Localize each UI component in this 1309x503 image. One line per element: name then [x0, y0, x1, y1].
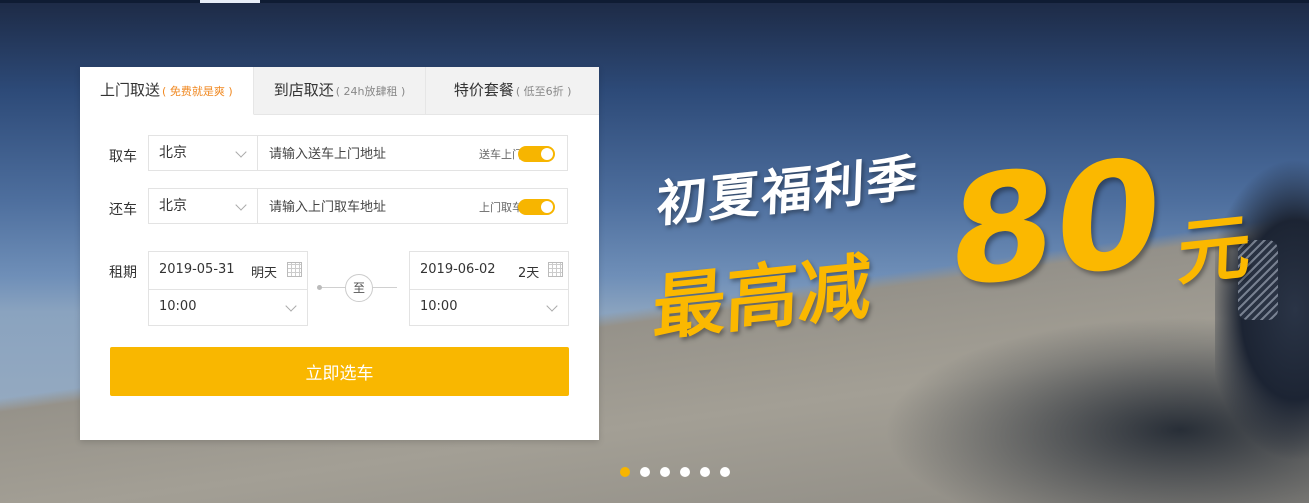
date-range-to-label: 至: [345, 274, 373, 302]
carousel-dot[interactable]: [680, 467, 690, 477]
return-city-value: 北京: [159, 198, 187, 214]
toggle-knob: [541, 148, 553, 160]
start-time-value: 10:00: [159, 299, 197, 314]
promo-headline: 初夏福利季: [655, 148, 921, 234]
calendar-icon: [548, 262, 563, 277]
chevron-down-icon: [235, 199, 247, 211]
top-nav-active-indicator: [200, 0, 260, 3]
promo-discount-text: 最高减: [651, 244, 873, 351]
tab-label: 特价套餐: [453, 81, 514, 99]
tab-special-package[interactable]: 特价套餐( 低至6折 ): [426, 67, 599, 114]
end-datetime-box: 2019-06-02 2天 10:00: [409, 251, 569, 326]
pickup-address-input[interactable]: [258, 136, 461, 172]
tab-label: 到店取还: [273, 81, 334, 99]
end-date-value: 2019-06-02: [420, 262, 496, 277]
pickup-label: 取车: [109, 149, 137, 165]
end-date-picker[interactable]: 2019-06-02 2天: [410, 252, 568, 290]
start-day-label: 明天: [251, 266, 278, 281]
pickup-address-box: 送车上门: [257, 135, 568, 172]
toggle-knob: [541, 201, 553, 213]
service-tabs: 上门取送( 免费就是爽 ) 到店取还( 24h放肆租 ) 特价套餐( 低至6折 …: [80, 67, 599, 115]
tab-sublabel: ( 低至6折 ): [515, 85, 572, 98]
choose-car-button[interactable]: 立即选车: [110, 347, 569, 396]
carousel-dot[interactable]: [720, 467, 730, 477]
tab-sublabel: ( 24h放肆租 ): [335, 85, 406, 98]
chevron-down-icon: [235, 146, 247, 158]
booking-panel: 上门取送( 免费就是爽 ) 到店取还( 24h放肆租 ) 特价套餐( 低至6折 …: [80, 67, 599, 440]
rental-duration: 2天: [518, 266, 540, 281]
pickup-toggle-label: 送车上门: [479, 148, 523, 161]
start-datetime-box: 2019-05-31 明天 10:00: [148, 251, 308, 326]
tab-sublabel: ( 免费就是爽 ): [162, 85, 233, 98]
delivery-toggle[interactable]: [518, 146, 555, 162]
carousel-dot[interactable]: [700, 467, 710, 477]
end-time-value: 10:00: [420, 299, 458, 314]
chevron-down-icon: [546, 300, 558, 312]
calendar-icon: [287, 262, 302, 277]
carousel-dot[interactable]: [660, 467, 670, 477]
carousel-indicator: [620, 467, 740, 477]
promo-unit: 元: [1176, 204, 1253, 296]
start-date-picker[interactable]: 2019-05-31 明天: [149, 252, 307, 290]
return-address-box: 上门取车: [257, 188, 568, 225]
return-label: 还车: [109, 202, 137, 218]
start-time-select[interactable]: 10:00: [149, 290, 307, 325]
end-time-select[interactable]: 10:00: [410, 290, 568, 325]
return-toggle-label: 上门取车: [479, 201, 523, 214]
chevron-down-icon: [285, 300, 297, 312]
return-address-input[interactable]: [258, 189, 461, 225]
promo-amount: 80: [943, 126, 1168, 322]
return-city-select[interactable]: 北京: [148, 188, 258, 224]
pickup-city-value: 北京: [159, 145, 187, 161]
connector-dot: [317, 285, 322, 290]
carousel-dot[interactable]: [640, 467, 650, 477]
tab-door-to-door[interactable]: 上门取送( 免费就是爽 ): [80, 67, 254, 115]
pickup-service-toggle[interactable]: [518, 199, 555, 215]
carousel-dot[interactable]: [620, 467, 630, 477]
pickup-city-select[interactable]: 北京: [148, 135, 258, 171]
top-nav-bar: [0, 0, 1309, 3]
period-label: 租期: [109, 265, 137, 281]
tab-label: 上门取送: [100, 81, 161, 99]
start-date-value: 2019-05-31: [159, 262, 235, 277]
banner-stage: 初夏福利季 最高减 80 元 上门取送( 免费就是爽 ) 到店取还( 24h放肆…: [0, 0, 1309, 503]
tab-store-pickup[interactable]: 到店取还( 24h放肆租 ): [254, 67, 427, 114]
